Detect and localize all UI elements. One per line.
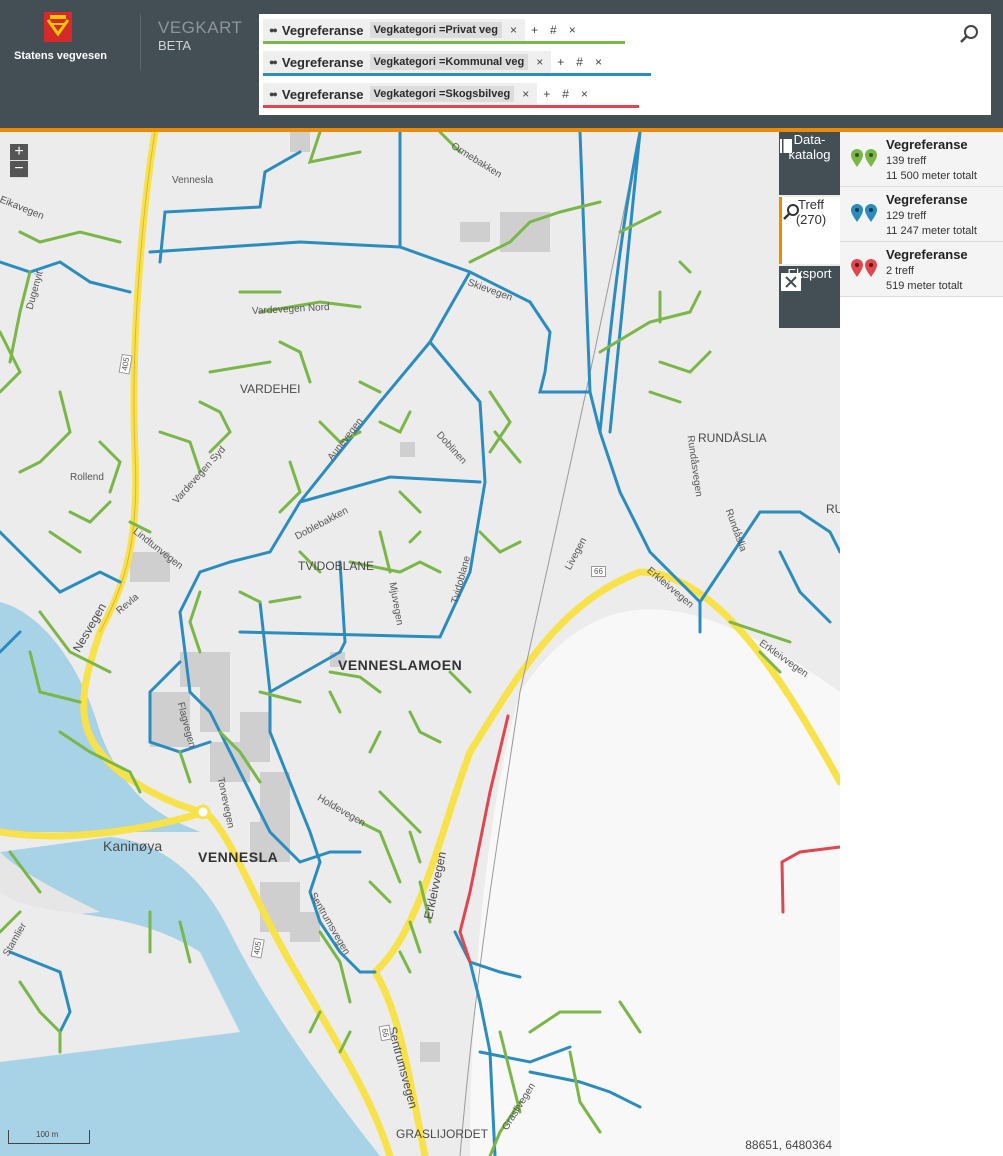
result-item-kommunal[interactable]: Vegreferanse 129 treff 11 247 meter tota…	[840, 187, 1003, 242]
result-length: 11 500 meter totalt	[886, 170, 977, 182]
org-name: Statens vegvesen	[14, 50, 107, 62]
place-label-venneslamoen: VENNESLAMOEN	[338, 657, 463, 673]
green-pins-icon	[851, 149, 877, 167]
close-filter-button[interactable]: ×	[581, 87, 588, 101]
filter-condition[interactable]: Vegkategori =Privat veg	[369, 22, 502, 38]
filter-chip[interactable]: ●● Vegreferanse Vegkategori =Kommunal ve…	[263, 51, 552, 73]
count-button[interactable]: #	[550, 23, 557, 37]
count-button[interactable]: #	[562, 87, 569, 101]
result-item-skogsbilveg[interactable]: Vegreferanse 2 treff 519 meter totalt	[840, 242, 1003, 297]
shield-logo-icon	[44, 12, 72, 42]
pins-icon: ●●	[269, 57, 278, 67]
place-label-graslijordet: GRASLIJORDET	[396, 1127, 489, 1141]
road-label: Rollend	[70, 472, 104, 483]
search-icon[interactable]	[959, 24, 979, 44]
scale-label: 100 m	[36, 1130, 59, 1139]
treff-count: (270)	[795, 212, 827, 227]
filter-chip[interactable]: ●● Vegreferanse Vegkategori =Privat veg …	[263, 19, 525, 41]
red-pins-icon	[851, 259, 877, 277]
result-length: 519 meter totalt	[886, 280, 963, 292]
remove-condition-button[interactable]: ×	[522, 87, 529, 101]
place-label-vennesla-small: Vennesla	[172, 175, 214, 186]
add-condition-button[interactable]: +	[557, 55, 564, 69]
treff-label: Treff	[797, 197, 824, 212]
filter-condition[interactable]: Vegkategori =Kommunal veg	[369, 54, 529, 70]
filter-search-box[interactable]: ●● Vegreferanse Vegkategori =Privat veg …	[259, 14, 991, 115]
zoom-in-button[interactable]: +	[10, 144, 28, 161]
close-filter-button[interactable]: ×	[569, 23, 576, 37]
map-svg	[0, 132, 840, 1156]
export-icon	[781, 273, 801, 291]
zoom-out-button[interactable]: −	[10, 161, 28, 178]
treff-button[interactable]: Treff (270)	[779, 197, 840, 264]
filter-color-bar	[263, 105, 639, 108]
result-count: 129 treff	[886, 210, 927, 222]
result-count: 2 treff	[886, 265, 914, 277]
result-length: 11 247 meter totalt	[886, 225, 977, 237]
pins-icon: ●●	[269, 25, 278, 35]
place-label-vennesla: VENNESLA	[198, 849, 279, 865]
result-title: Vegreferanse	[886, 247, 968, 262]
result-item-privat[interactable]: Vegreferanse 139 treff 11 500 meter tota…	[840, 132, 1003, 187]
filter-row-skogsbilveg: ●● Vegreferanse Vegkategori =Skogsbilveg…	[263, 80, 639, 108]
eksport-button[interactable]: Eksport	[779, 266, 840, 328]
add-condition-button[interactable]: +	[543, 87, 550, 101]
results-panel: Vegreferanse 139 treff 11 500 meter tota…	[840, 132, 1003, 1156]
filter-row-kommunal: ●● Vegreferanse Vegkategori =Kommunal ve…	[263, 48, 651, 76]
result-title: Vegreferanse	[886, 137, 968, 152]
filter-name: Vegreferanse	[281, 54, 364, 70]
search-icon	[783, 204, 799, 220]
datakatalog-label: Data- katalog	[788, 132, 831, 162]
header-divider	[140, 14, 141, 70]
roundabout	[195, 804, 211, 820]
filter-condition[interactable]: Vegkategori =Skogsbilveg	[369, 86, 515, 102]
app-title: VEGKART	[158, 18, 243, 37]
filter-color-bar	[263, 41, 625, 44]
datakatalog-button[interactable]: Data- katalog	[779, 132, 840, 195]
pins-icon: ●●	[269, 89, 278, 99]
result-count: 139 treff	[886, 155, 927, 167]
place-label-kaninoya: Kaninøya	[103, 838, 163, 854]
add-condition-button[interactable]: +	[531, 23, 538, 37]
place-label-vardehei: VARDEHEI	[240, 382, 301, 396]
remove-condition-button[interactable]: ×	[536, 55, 543, 69]
filter-color-bar	[263, 73, 651, 76]
app-header: Statens vegvesen VEGKART BETA ●● Vegrefe…	[0, 0, 1003, 128]
place-label-ru: RU	[826, 502, 840, 516]
zoom-controls: + −	[10, 144, 28, 178]
filter-name: Vegreferanse	[281, 86, 364, 102]
close-filter-button[interactable]: ×	[595, 55, 602, 69]
result-title: Vegreferanse	[886, 192, 968, 207]
place-label-tvidoblane: TVIDOBLANE	[298, 559, 375, 573]
app-subtitle: BETA	[158, 38, 191, 53]
count-button[interactable]: #	[576, 55, 583, 69]
vegkart-app: Statens vegvesen VEGKART BETA ●● Vegrefe…	[0, 0, 1003, 1156]
filter-name: Vegreferanse	[281, 22, 364, 38]
filter-row-privat: ●● Vegreferanse Vegkategori =Privat veg …	[263, 16, 625, 44]
remove-condition-button[interactable]: ×	[510, 23, 517, 37]
place-label-rundaslia: RUNDÅSLIA	[698, 431, 767, 445]
org-logo[interactable]: Statens vegvesen	[12, 10, 122, 65]
filter-chip[interactable]: ●● Vegreferanse Vegkategori =Skogsbilveg…	[263, 83, 538, 105]
map-canvas[interactable]: VENNESLAMOEN VENNESLA VARDEHEI TVIDOBLAN…	[0, 132, 840, 1156]
coordinate-readout: 88651, 6480364	[745, 1138, 832, 1152]
road-number-label: 66	[378, 1024, 393, 1042]
road-number-label: 66	[591, 566, 606, 577]
book-icon	[780, 139, 792, 153]
blue-pins-icon	[851, 204, 877, 222]
